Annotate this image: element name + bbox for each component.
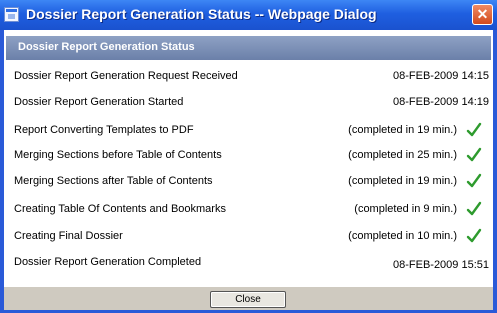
dialog-window: Dossier Report Generation Status -- Webp… [0, 0, 497, 313]
close-button[interactable]: Close [210, 291, 286, 308]
checkmark-icon [466, 173, 482, 188]
status-row-converting-templates: Report Converting Templates to PDF (comp… [4, 120, 493, 142]
status-label: Dossier Report Generation Completed [14, 256, 202, 268]
status-label: Report Converting Templates to PDF [14, 124, 194, 136]
title-bar[interactable]: Dossier Report Generation Status -- Webp… [0, 0, 497, 30]
status-row-merging-after-toc: Merging Sections after Table of Contents… [4, 171, 493, 193]
status-row-merging-before-toc: Merging Sections before Table of Content… [4, 145, 493, 167]
status-row-generation-completed: Dossier Report Generation Completed 08-F… [4, 252, 493, 274]
status-duration: (completed in 10 min.) [348, 230, 457, 242]
checkmark-icon [466, 147, 482, 162]
dialog-footer: Close [4, 286, 493, 311]
status-label: Creating Table Of Contents and Bookmarks [14, 203, 226, 215]
section-title: Dossier Report Generation Status [18, 41, 195, 53]
checkmark-icon [466, 122, 482, 137]
status-row-generation-started: Dossier Report Generation Started 08-FEB… [4, 92, 493, 114]
dialog-page-icon [4, 7, 19, 22]
status-duration: (completed in 25 min.) [348, 149, 457, 161]
status-label: Merging Sections before Table of Content… [14, 149, 222, 161]
section-header: Dossier Report Generation Status [6, 36, 491, 60]
window-title: Dossier Report Generation Status -- Webp… [26, 6, 377, 22]
status-label: Dossier Report Generation Request Receiv… [14, 70, 238, 82]
status-timestamp: 08-FEB-2009 14:15 [392, 70, 489, 82]
status-timestamp: 08-FEB-2009 15:51 [392, 259, 489, 271]
status-label: Dossier Report Generation Started [14, 96, 184, 108]
status-label: Creating Final Dossier [14, 230, 123, 242]
close-icon[interactable]: ✕ [472, 4, 493, 25]
status-duration: (completed in 19 min.) [348, 175, 457, 187]
status-row-creating-final-dossier: Creating Final Dossier (completed in 10 … [4, 226, 493, 248]
checkmark-icon [466, 201, 482, 216]
status-duration: (completed in 9 min.) [354, 203, 457, 215]
status-duration: (completed in 19 min.) [348, 124, 457, 136]
status-timestamp: 08-FEB-2009 14:19 [392, 96, 489, 108]
status-row-request-received: Dossier Report Generation Request Receiv… [4, 66, 493, 88]
status-label: Merging Sections after Table of Contents [14, 175, 213, 187]
dialog-body: Dossier Report Generation Status Dossier… [4, 30, 493, 311]
checkmark-icon [466, 228, 482, 243]
status-row-creating-toc: Creating Table Of Contents and Bookmarks… [4, 199, 493, 221]
